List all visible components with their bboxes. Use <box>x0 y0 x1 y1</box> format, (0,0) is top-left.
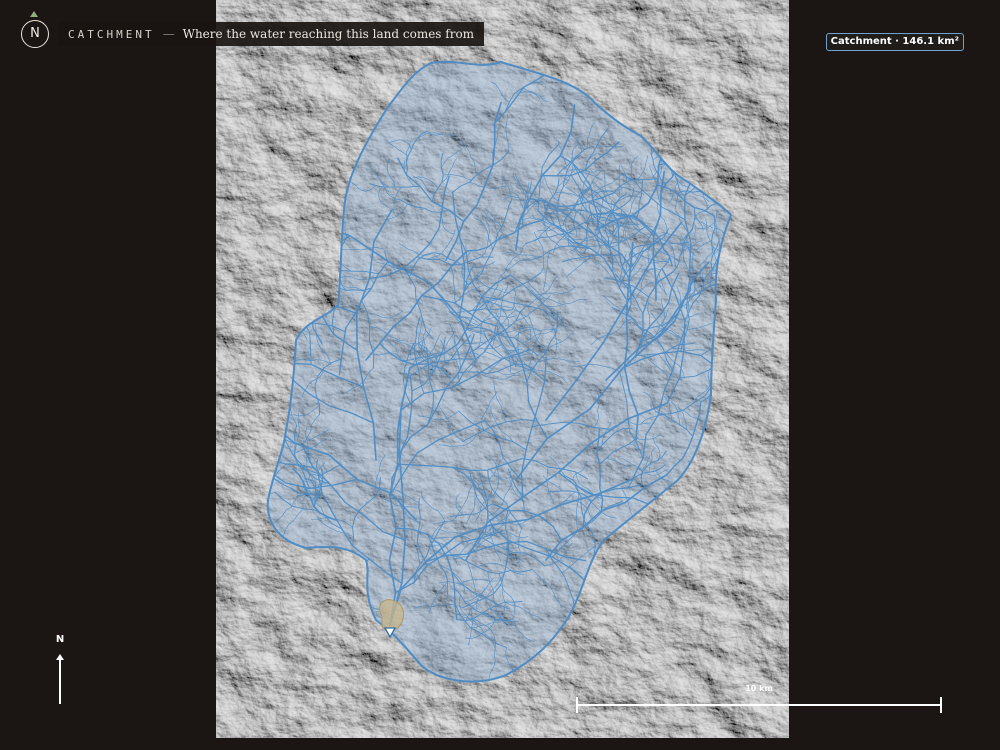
title-bar: CATCHMENT — Where the water reaching thi… <box>59 22 485 46</box>
north-arrow: N <box>53 634 67 708</box>
scale-bar-line <box>577 704 941 706</box>
north-arrow-shaft <box>59 658 61 704</box>
catchment-area-badge: Catchment · 146.1 km² <box>825 33 964 51</box>
scale-bar-label: 10 km <box>745 684 773 693</box>
page-subtitle: Where the water reaching this land comes… <box>182 27 475 41</box>
compass-pointer-icon <box>30 11 38 17</box>
scale-bar: 10 km <box>576 684 942 714</box>
outlet-area <box>379 599 405 632</box>
title-separator: — <box>162 27 175 41</box>
scale-bar-tick-end <box>940 697 942 713</box>
scale-bar-tick-start <box>576 697 578 713</box>
page-title: CATCHMENT <box>68 27 155 41</box>
map-svg <box>216 0 789 738</box>
map-canvas[interactable] <box>216 0 789 738</box>
compass-letter: N <box>30 26 40 41</box>
compass-icon[interactable]: N <box>21 20 49 48</box>
north-arrow-label: N <box>55 634 65 645</box>
